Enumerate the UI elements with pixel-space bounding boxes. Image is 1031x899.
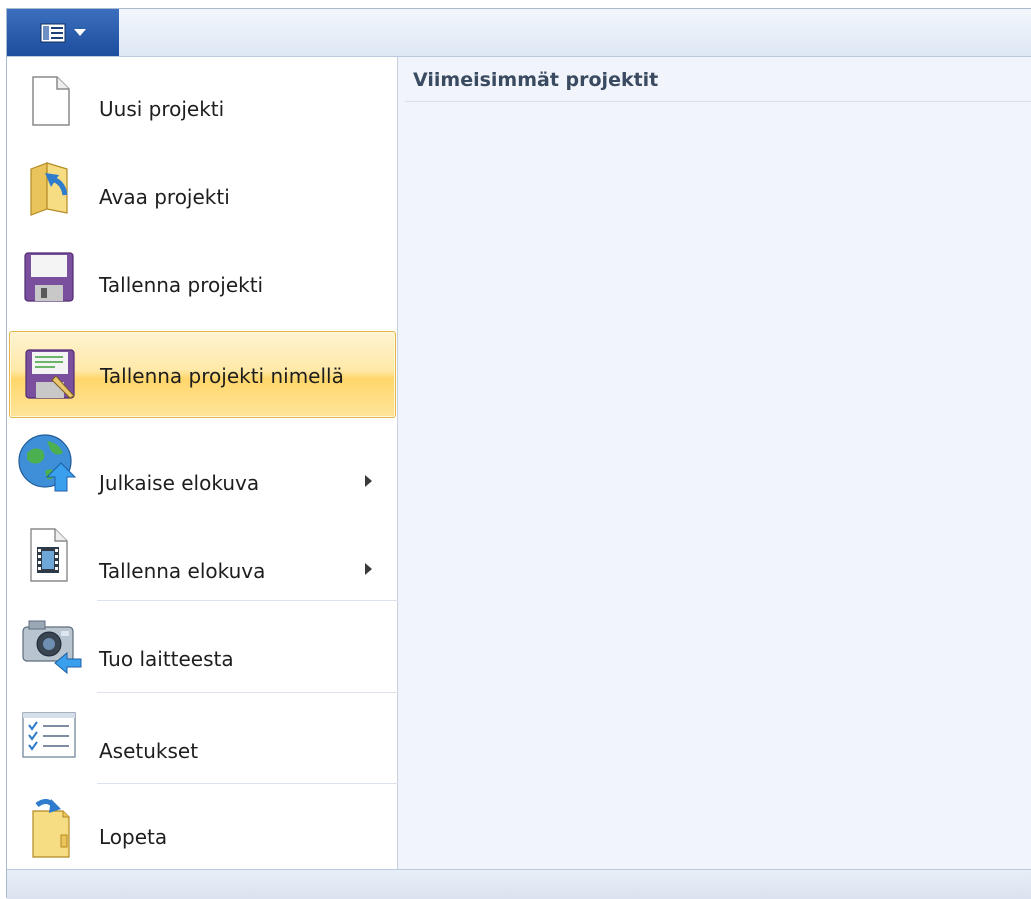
floppy-disk-icon xyxy=(21,249,77,305)
menu-item-publish-movie[interactable]: Julkaise elokuva xyxy=(9,429,396,505)
application-menu: Uusi projekti Avaa projekti Tallenna pro… xyxy=(7,57,398,869)
recent-projects-panel: Viimeisimmät projektit xyxy=(399,57,1031,869)
menu-item-save-movie[interactable]: Tallenna elokuva xyxy=(9,517,396,593)
recent-projects-title: Viimeisimmät projektit xyxy=(413,69,659,91)
exit-door-icon xyxy=(21,795,77,858)
menu-item-save-project-as[interactable]: Tallenna projekti nimellä xyxy=(9,331,396,418)
submenu-arrow-icon xyxy=(365,563,372,575)
recent-projects-divider xyxy=(405,101,1031,102)
menu-item-open-project[interactable]: Avaa projekti xyxy=(9,151,396,227)
menu-separator xyxy=(97,600,398,601)
menu-item-label: Tallenna projekti xyxy=(99,273,264,297)
floppy-disk-edit-icon xyxy=(22,346,78,402)
film-document-icon xyxy=(21,525,77,582)
menu-item-label: Tallenna projekti nimellä xyxy=(100,364,344,388)
menu-item-new-project[interactable]: Uusi projekti xyxy=(9,63,396,139)
menu-item-label: Avaa projekti xyxy=(99,185,230,209)
menu-item-save-project[interactable]: Tallenna projekti xyxy=(9,241,396,317)
menu-item-label: Tallenna elokuva xyxy=(99,559,266,583)
chevron-down-icon xyxy=(74,28,86,36)
checklist-icon xyxy=(21,711,77,767)
menu-item-options[interactable]: Asetukset xyxy=(9,697,396,779)
menu-item-label: Lopeta xyxy=(99,825,168,849)
menu-item-label: Uusi projekti xyxy=(99,97,225,121)
open-folder-icon xyxy=(21,159,77,216)
globe-upload-icon xyxy=(17,433,77,492)
submenu-arrow-icon xyxy=(365,475,372,487)
application-menu-button[interactable] xyxy=(7,9,119,56)
title-bar xyxy=(7,9,1031,57)
camera-import-icon xyxy=(19,615,82,675)
menu-separator xyxy=(97,692,398,693)
menu-list-icon xyxy=(40,23,66,42)
menu-item-label: Julkaise elokuva xyxy=(99,471,260,495)
menu-item-import-from-device[interactable]: Tuo laitteesta xyxy=(9,605,396,687)
menu-item-label: Tuo laitteesta xyxy=(99,647,234,671)
menu-separator xyxy=(97,783,398,784)
app-window: Uusi projekti Avaa projekti Tallenna pro… xyxy=(6,8,1031,899)
new-document-icon xyxy=(21,73,77,129)
status-bar xyxy=(7,869,1031,899)
menu-item-exit[interactable]: Lopeta xyxy=(9,787,396,867)
menu-item-label: Asetukset xyxy=(99,739,199,763)
